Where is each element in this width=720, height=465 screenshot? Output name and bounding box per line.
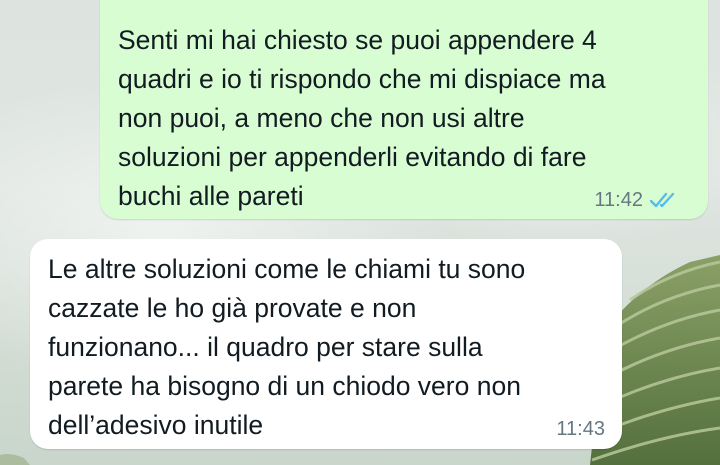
double-check-icon	[649, 192, 675, 208]
message-list[interactable]: Senti mi hai chiesto se puoi appendere 4…	[0, 0, 720, 465]
message-meta: 11:43	[556, 417, 605, 441]
outgoing-message-bubble[interactable]: Senti mi hai chiesto se puoi appendere 4…	[100, 0, 708, 219]
message-timestamp: 11:43	[556, 418, 605, 440]
message-timestamp: 11:42	[594, 189, 643, 211]
incoming-message-bubble[interactable]: Le altre soluzioni come le chiami tu son…	[30, 239, 622, 449]
message-text: Le altre soluzioni come le chiami tu son…	[48, 254, 526, 440]
message-meta: 11:42	[594, 188, 679, 212]
message-text: Senti mi hai chiesto se puoi appendere 4…	[118, 25, 606, 211]
